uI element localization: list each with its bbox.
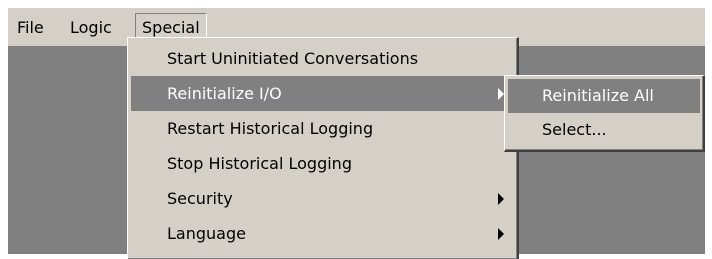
- menu-item-select[interactable]: Select...: [508, 113, 700, 147]
- menu-item-label: Security: [167, 189, 233, 208]
- menu-file[interactable]: File: [11, 14, 50, 41]
- menu-item-security[interactable]: Security: [131, 181, 514, 216]
- menu-item-reinitialize-io[interactable]: Reinitialize I/O: [131, 76, 514, 111]
- chevron-right-icon: [498, 227, 504, 240]
- menu-item-start-uninitiated-conversations[interactable]: Start Uninitiated Conversations: [131, 41, 514, 76]
- menu-item-stop-historical-logging[interactable]: Stop Historical Logging: [131, 146, 514, 181]
- menu-item-label: Stop Historical Logging: [167, 154, 352, 173]
- menu-item-reinitialize-all[interactable]: Reinitialize All: [508, 79, 700, 113]
- menu-logic[interactable]: Logic: [64, 14, 118, 41]
- menu-item-label: Reinitialize I/O: [167, 84, 282, 103]
- menu-item-language[interactable]: Language: [131, 216, 514, 251]
- menu-item-label: Restart Historical Logging: [167, 119, 374, 138]
- special-dropdown-menu: Start Uninitiated Conversations Reinitia…: [127, 37, 519, 259]
- reinitialize-io-submenu: Reinitialize All Select...: [504, 75, 705, 152]
- chevron-right-icon: [498, 192, 504, 205]
- menu-item-label: Language: [167, 224, 246, 243]
- menu-item-label: Reinitialize All: [542, 86, 654, 105]
- menu-special[interactable]: Special: [135, 13, 207, 40]
- menu-item-label: Select...: [542, 120, 607, 139]
- menu-item-label: Start Uninitiated Conversations: [167, 49, 419, 68]
- menu-item-restart-historical-logging[interactable]: Restart Historical Logging: [131, 111, 514, 146]
